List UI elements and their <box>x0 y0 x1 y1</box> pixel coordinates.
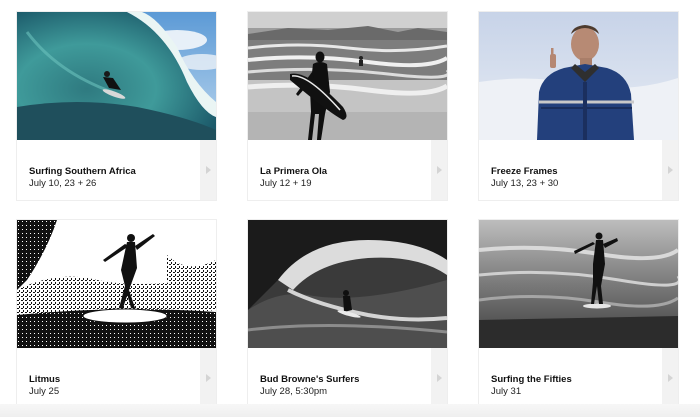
page-footer-divider <box>0 404 700 417</box>
film-card[interactable]: Litmus July 25 <box>17 220 216 408</box>
film-dates: July 31 <box>491 386 522 397</box>
card-arrow-button[interactable] <box>662 348 678 408</box>
film-thumbnail[interactable] <box>248 220 447 348</box>
film-grid: Surfing Southern Africa July 10, 23 + 26 <box>0 0 700 417</box>
film-title[interactable]: Surfing the Fifties <box>491 374 572 385</box>
film-thumbnail[interactable] <box>17 220 216 348</box>
card-arrow-button[interactable] <box>431 348 447 408</box>
high-contrast-surfer-image <box>17 220 216 348</box>
barrel-wave-image <box>17 12 216 140</box>
film-thumbnail[interactable] <box>17 12 216 140</box>
film-dates: July 10, 23 + 26 <box>29 178 97 189</box>
film-thumbnail[interactable] <box>479 12 678 140</box>
film-thumbnail[interactable] <box>248 12 447 140</box>
film-dates: July 25 <box>29 386 60 397</box>
chevron-right-icon <box>205 166 211 174</box>
film-info[interactable]: Surfing the Fifties July 31 <box>479 348 662 408</box>
film-card[interactable]: La Primera Ola July 12 + 19 <box>248 12 447 200</box>
film-title[interactable]: Surfing Southern Africa <box>29 166 136 177</box>
card-arrow-button[interactable] <box>662 140 678 200</box>
film-thumbnail[interactable] <box>479 220 678 348</box>
film-title[interactable]: La Primera Ola <box>260 166 327 177</box>
film-card[interactable]: Surfing the Fifties July 31 <box>479 220 678 408</box>
film-info[interactable]: La Primera Ola July 12 + 19 <box>248 140 431 200</box>
film-info[interactable]: Litmus July 25 <box>17 348 200 408</box>
film-title[interactable]: Freeze Frames <box>491 166 558 177</box>
film-dates: July 28, 5:30pm <box>260 386 328 397</box>
big-wave-surfer-image <box>248 220 447 348</box>
chevron-right-icon <box>436 166 442 174</box>
film-dates: July 12 + 19 <box>260 178 312 189</box>
chevron-right-icon <box>667 374 673 382</box>
chevron-right-icon <box>436 374 442 382</box>
chevron-right-icon <box>667 166 673 174</box>
card-arrow-button[interactable] <box>431 140 447 200</box>
film-info[interactable]: Surfing Southern Africa July 10, 23 + 26 <box>17 140 200 200</box>
chevron-right-icon <box>205 374 211 382</box>
film-dates: July 13, 23 + 30 <box>491 178 559 189</box>
film-card[interactable]: Surfing Southern Africa July 10, 23 + 26 <box>17 12 216 200</box>
film-card[interactable]: Freeze Frames July 13, 23 + 30 <box>479 12 678 200</box>
card-arrow-button[interactable] <box>200 140 216 200</box>
surfer-silhouette-image <box>248 12 447 140</box>
card-arrow-button[interactable] <box>200 348 216 408</box>
film-card[interactable]: Bud Browne's Surfers July 28, 5:30pm <box>248 220 447 408</box>
vintage-longboard-image <box>479 220 678 348</box>
film-title[interactable]: Bud Browne's Surfers <box>260 374 359 385</box>
film-title[interactable]: Litmus <box>29 374 60 385</box>
man-in-snow-image <box>479 12 678 140</box>
film-info[interactable]: Freeze Frames July 13, 23 + 30 <box>479 140 662 200</box>
film-info[interactable]: Bud Browne's Surfers July 28, 5:30pm <box>248 348 431 408</box>
